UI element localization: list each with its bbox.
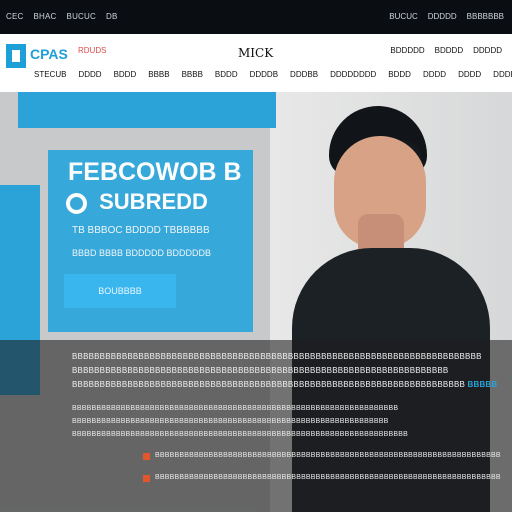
nav-item[interactable]: DDDD bbox=[78, 70, 101, 79]
overlay-line: BBBBBBBBBBBBBBBBBBBBBBBBBBBBBBBBBBBBBBBB… bbox=[72, 380, 498, 389]
top-right-link[interactable]: DDDDD bbox=[428, 12, 457, 21]
nav-item[interactable]: DDDDDDDD bbox=[330, 70, 376, 79]
site-header: CPAS RDUDS MICK BDDDDD BDDDD DDDDD STECU… bbox=[0, 34, 512, 93]
overlay-line: BBBBBBBBBBBBBBBBBBBBBBBBBBBBBBBBBBBBBBBB… bbox=[72, 352, 482, 361]
top-link[interactable]: CEC bbox=[6, 12, 24, 21]
nav-item[interactable]: BDDD bbox=[388, 70, 411, 79]
utility-link[interactable]: BDDDD bbox=[435, 46, 463, 55]
top-right-links: BUCUC DDDDD BBBBBBB bbox=[389, 12, 504, 21]
top-right-link[interactable]: BUCUC bbox=[389, 12, 417, 21]
hero-title-line-2: SUBREDD bbox=[66, 191, 208, 214]
overlay-line: BBBBBBBBBBBBBBBBBBBBBBBBBBBBBBBBBBBBBBBB… bbox=[72, 366, 449, 375]
hero-subtitle-1: TB BBBOC BDDDD TBBBBBB bbox=[72, 225, 210, 236]
utility-link[interactable]: BDDDDD bbox=[390, 46, 424, 55]
overlay-line: BBBBBBBBBBBBBBBBBBBBBBBBBBBBBBBBBBBBBBBB… bbox=[72, 418, 389, 425]
nav-item[interactable]: DDDD bbox=[458, 70, 481, 79]
top-link[interactable]: BHAC bbox=[34, 12, 57, 21]
hero-blue-accent bbox=[18, 92, 276, 128]
overlay-line: BBBBBBBBBBBBBBBBBBBBBBBBBBBBBBBBBBBBBBBB… bbox=[155, 474, 501, 481]
top-utility-bar: CEC BHAC BUCUC DB BUCUC DDDDD BBBBBBB bbox=[0, 0, 512, 34]
primary-nav: STECUB DDDD BDDD BBBB BBBB BDDD DDDDB DD… bbox=[34, 70, 512, 79]
utility-link[interactable]: DDDDD bbox=[473, 46, 502, 55]
top-right-link[interactable]: BBBBBBB bbox=[467, 12, 504, 21]
nav-item[interactable]: STECUB bbox=[34, 70, 66, 79]
overlay-line: BBBBBBBBBBBBBBBBBBBBBBBBBBBBBBBBBBBBBBBB… bbox=[155, 452, 501, 459]
nav-item[interactable]: BBBB bbox=[148, 70, 169, 79]
logo-icon[interactable] bbox=[6, 44, 26, 68]
hero-cta-button[interactable]: BOUBBBB bbox=[64, 274, 176, 308]
hero-title-line-1: FEBCOWOB B bbox=[68, 158, 242, 186]
hero-circle-icon bbox=[66, 192, 87, 214]
nav-item[interactable]: BBBB bbox=[182, 70, 203, 79]
nav-item[interactable]: DDDDB bbox=[493, 70, 512, 79]
bullet-icon bbox=[143, 475, 150, 482]
brand-name[interactable]: CPAS bbox=[30, 46, 68, 62]
overlay-line: BBBBBBBBBBBBBBBBBBBBBBBBBBBBBBBBBBBBBBBB… bbox=[72, 431, 408, 438]
center-title: MICK bbox=[238, 46, 274, 60]
hero-subtitle-2: BBBD BBBB BDDDDD BDDDDDB bbox=[72, 248, 212, 258]
nav-item[interactable]: DDDDB bbox=[250, 70, 278, 79]
top-link[interactable]: BUCUC bbox=[67, 12, 96, 21]
top-link[interactable]: DB bbox=[106, 12, 118, 21]
brand-subtitle: RDUDS bbox=[78, 46, 107, 55]
top-links: CEC BHAC BUCUC DB bbox=[6, 12, 118, 21]
nav-item[interactable]: BDDD bbox=[114, 70, 137, 79]
overlay-line: BBBBBBBBBBBBBBBBBBBBBBBBBBBBBBBBBBBBBBBB… bbox=[72, 405, 399, 412]
nav-item[interactable]: DDDBB bbox=[290, 70, 318, 79]
nav-item[interactable]: BDDD bbox=[215, 70, 238, 79]
utility-links: BDDDDD BDDDD DDDDD bbox=[390, 46, 502, 55]
hero-title-text: SUBREDD bbox=[99, 189, 208, 214]
nav-item[interactable]: DDDD bbox=[423, 70, 446, 79]
overlay-highlight: BBBBB bbox=[467, 380, 498, 389]
bullet-icon bbox=[143, 453, 150, 460]
